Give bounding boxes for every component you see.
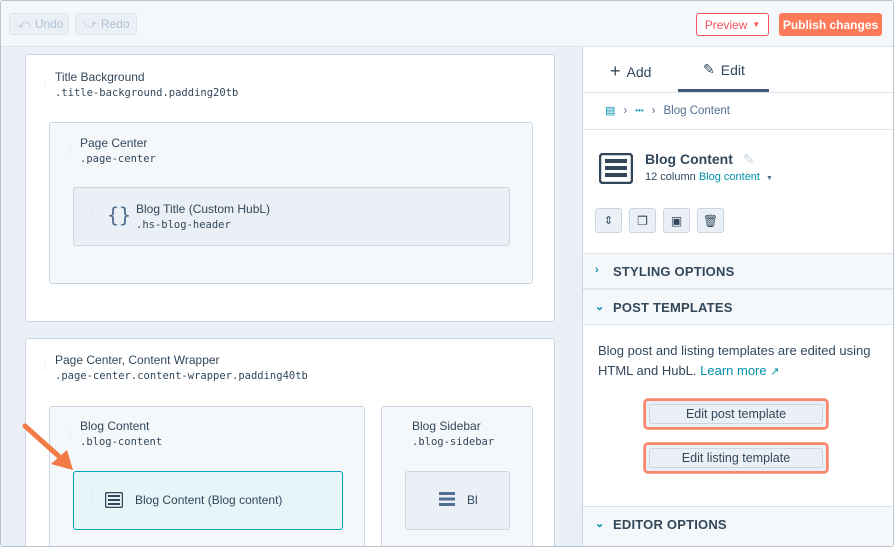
- clone-icon: ❐: [637, 213, 648, 228]
- undo-button[interactable]: ⤺ Undo: [9, 13, 69, 35]
- drag-handle-icon[interactable]: ⋮: [87, 492, 97, 502]
- module-subtitle: 12 column Blog content ▼: [645, 171, 773, 183]
- column-class: .blog-sidebar: [412, 436, 495, 448]
- post-templates-description: Blog post and listing templates are edit…: [598, 341, 883, 382]
- section-post-templates[interactable]: ⌄ POST TEMPLATES: [583, 289, 893, 325]
- chevron-right-icon: ›: [595, 264, 599, 276]
- top-toolbar: ⤺ Undo ⤻ Redo Preview ▼ Publish changes: [1, 1, 893, 47]
- module-name: Blog Content (Blog content): [135, 493, 283, 507]
- drag-handle-icon[interactable]: ⋮: [40, 361, 50, 371]
- blog-sidebar-column[interactable]: Blog Sidebar .blog-sidebar ⋮ Bl: [381, 406, 533, 546]
- layout-canvas: ⋮ Title Background .title-background.pad…: [1, 47, 582, 546]
- drag-handle-icon[interactable]: ⋮: [419, 492, 429, 502]
- module-name: Bl: [467, 493, 478, 507]
- title-background-row[interactable]: ⋮ Title Background .title-background.pad…: [25, 54, 555, 322]
- section-editor-options[interactable]: ⌄ EDITOR OPTIONS: [583, 506, 893, 546]
- plus-icon: +: [610, 61, 621, 81]
- module-title-text: Blog Content: [645, 151, 733, 167]
- clone-button[interactable]: ❐: [629, 208, 656, 233]
- tab-edit[interactable]: ✎ Edit: [703, 61, 745, 78]
- module-type-link[interactable]: Blog content: [699, 171, 760, 183]
- drag-handle-icon[interactable]: ⋮: [65, 145, 75, 155]
- chevron-down-icon: ⌄: [595, 301, 605, 313]
- breadcrumb-ellipsis[interactable]: •••: [635, 106, 643, 115]
- row-class: .title-background.padding20tb: [55, 87, 239, 99]
- sidebar-module[interactable]: ⋮ Bl: [405, 471, 510, 530]
- breadcrumb-current: Blog Content: [663, 104, 731, 117]
- trash-icon: 🗑: [702, 213, 719, 228]
- section-label: EDITOR OPTIONS: [613, 517, 727, 532]
- section-styling-options[interactable]: › STYLING OPTIONS: [583, 253, 893, 289]
- section-label: POST TEMPLATES: [613, 300, 733, 315]
- blog-post-icon: [105, 492, 123, 508]
- divider: [583, 129, 893, 130]
- chevron-down-icon: ⌄: [595, 518, 605, 530]
- publish-button[interactable]: Publish changes: [779, 13, 882, 36]
- tab-label: Add: [626, 63, 652, 80]
- chevron-right-icon: ›: [623, 104, 628, 117]
- row-name: Page Center, Content Wrapper: [55, 353, 220, 367]
- blog-title-module[interactable]: ⋮ {} Blog Title (Custom HubL) .hs-blog-h…: [73, 187, 510, 246]
- edit-listing-template-button[interactable]: Edit listing template: [644, 443, 828, 473]
- column-class: .blog-content: [80, 436, 163, 448]
- blog-content-module-selected[interactable]: ⋮ Blog Content (Blog content): [73, 471, 343, 530]
- document-icon[interactable]: ▤: [605, 104, 615, 117]
- redo-button[interactable]: ⤻ Redo: [75, 13, 137, 35]
- blog-content-column[interactable]: ⋮ Blog Content .blog-content ⋮ Blog Cont…: [49, 406, 365, 546]
- list-icon: [439, 492, 455, 506]
- move-icon: ⇕: [603, 215, 614, 227]
- external-link-icon: ↗: [770, 366, 780, 378]
- delete-button[interactable]: 🗑: [697, 208, 724, 233]
- group-name: Page Center: [80, 136, 148, 150]
- preview-button[interactable]: Preview ▼: [696, 13, 769, 36]
- edit-post-template-button[interactable]: Edit post template: [644, 399, 828, 429]
- column-name: Blog Content: [80, 419, 150, 433]
- blog-post-icon: [599, 153, 633, 184]
- content-wrapper-row[interactable]: ⋮ Page Center, Content Wrapper .page-cen…: [25, 338, 555, 546]
- sidebar-panel: + Add ✎ Edit ▤ › ••• › Blog Content Blog…: [582, 47, 893, 546]
- module-title: Blog Content ✎: [645, 151, 755, 168]
- module-name: Blog Title (Custom HubL): [136, 202, 271, 216]
- curly-braces-icon: {}: [107, 203, 132, 227]
- chevron-right-icon: ›: [651, 104, 656, 117]
- row-name: Title Background: [55, 70, 145, 84]
- pencil-icon[interactable]: ✎: [743, 151, 755, 167]
- page-center-group[interactable]: ⋮ Page Center .page-center ⋮ {} Blog Tit…: [49, 122, 533, 284]
- caret-down-icon: ▼: [752, 20, 761, 29]
- move-button[interactable]: ⇕: [595, 208, 622, 233]
- breadcrumb: ▤ › ••• › Blog Content: [605, 104, 731, 118]
- tab-add[interactable]: + Add: [610, 61, 651, 82]
- caret-down-icon[interactable]: ▼: [766, 175, 773, 182]
- button-label: Edit post template: [685, 407, 787, 421]
- group-class: .page-center: [80, 153, 156, 165]
- drag-handle-icon[interactable]: ⋮: [87, 208, 97, 218]
- undo-label: Undo: [34, 17, 64, 31]
- drag-handle-icon[interactable]: ⋮: [40, 77, 50, 87]
- section-label: STYLING OPTIONS: [613, 264, 735, 279]
- divider: [583, 92, 893, 93]
- pencil-icon: ✎: [703, 61, 715, 77]
- learn-more-link[interactable]: Learn more: [700, 363, 766, 378]
- module-columns: 12 column: [645, 171, 696, 183]
- annotation-arrow-icon: [22, 423, 73, 470]
- row-class: .page-center.content-wrapper.padding40tb: [55, 370, 308, 382]
- wrap-icon: ▣: [670, 213, 683, 228]
- publish-label: Publish changes: [782, 17, 879, 32]
- tab-label: Edit: [720, 61, 745, 78]
- preview-label: Preview: [704, 17, 748, 32]
- redo-label: Redo: [100, 17, 130, 31]
- undo-icon: ⤺: [18, 16, 31, 31]
- button-label: Edit listing template: [681, 451, 791, 465]
- column-name: Blog Sidebar: [412, 419, 481, 433]
- redo-icon: ⤻: [84, 16, 97, 31]
- wrap-button[interactable]: ▣: [663, 208, 690, 233]
- module-class: .hs-blog-header: [136, 219, 231, 231]
- editor-window: ⤺ Undo ⤻ Redo Preview ▼ Publish changes …: [0, 0, 894, 547]
